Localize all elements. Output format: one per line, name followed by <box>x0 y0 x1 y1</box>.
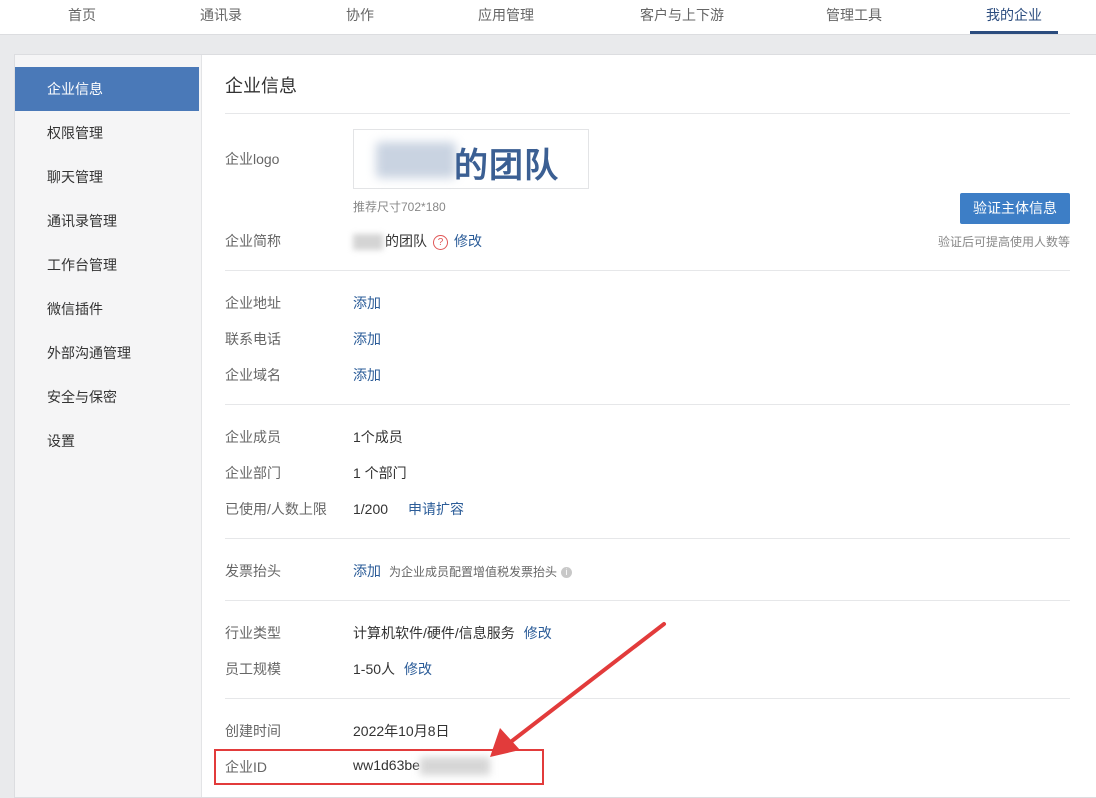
blurred-text <box>353 234 383 251</box>
add-invoice-link[interactable]: 添加 <box>353 563 381 579</box>
departments-value: 1 个部门 <box>353 465 407 481</box>
industry-value: 计算机软件/硬件/信息服务 <box>353 625 515 641</box>
sidebar-item-wechat-plugin[interactable]: 微信插件 <box>15 287 199 331</box>
size-row: 1-50人 修改 <box>353 659 432 679</box>
invoice-description: 为企业成员配置增值税发票抬头 <box>389 565 558 579</box>
sidebar-item-contacts[interactable]: 通讯录管理 <box>15 199 199 243</box>
top-navigation: 首页 通讯录 协作 应用管理 客户与上下游 管理工具 我的企业 <box>0 0 1096 35</box>
verify-entity-button[interactable]: 验证主体信息 <box>960 193 1070 224</box>
invoice-label: 发票抬头 <box>225 563 281 579</box>
verify-note: 验证后可提高使用人数等 <box>937 235 1070 249</box>
size-label: 员工规模 <box>225 661 281 677</box>
sidebar-item-chat[interactable]: 聊天管理 <box>15 155 199 199</box>
created-value: 2022年10月8日 <box>353 723 450 739</box>
tab-contacts[interactable]: 通讯录 <box>190 0 252 34</box>
enterprise-info-content: 企业信息 企业logo 的团队 推荐尺寸702*180 验证主体信息 验证后可提… <box>225 55 1070 797</box>
add-domain-link[interactable]: 添加 <box>353 365 381 385</box>
invoice-row: 添加 为企业成员配置增值税发票抬头 i <box>353 561 573 581</box>
created-label: 创建时间 <box>225 723 281 739</box>
usage-value: 1/200 <box>353 501 389 517</box>
sidebar-item-workbench[interactable]: 工作台管理 <box>15 243 199 287</box>
add-address-link[interactable]: 添加 <box>353 293 381 313</box>
divider <box>225 404 1070 405</box>
tab-customers[interactable]: 客户与上下游 <box>632 0 732 34</box>
short-name-value: 的团队? 修改 <box>353 231 482 251</box>
sidebar-item-enterprise-info[interactable]: 企业信息 <box>15 67 199 111</box>
edit-size-link[interactable]: 修改 <box>404 661 432 677</box>
industry-row: 计算机软件/硬件/信息服务 修改 <box>353 623 552 643</box>
industry-label: 行业类型 <box>225 625 281 641</box>
page-title: 企业信息 <box>225 76 297 96</box>
short-name-text: 的团队 <box>385 233 427 249</box>
short-name-label: 企业简称 <box>225 233 281 249</box>
tab-app-management[interactable]: 应用管理 <box>468 0 544 34</box>
divider <box>225 600 1070 601</box>
members-label: 企业成员 <box>225 429 281 445</box>
sidebar: 企业信息 权限管理 聊天管理 通讯录管理 工作台管理 微信插件 外部沟通管理 安… <box>15 55 202 797</box>
edit-short-name-link[interactable]: 修改 <box>454 233 482 249</box>
members-value: 1个成员 <box>353 429 403 445</box>
divider <box>225 113 1070 114</box>
logo-text: 的团队 <box>454 146 559 186</box>
sidebar-item-security[interactable]: 安全与保密 <box>15 375 199 419</box>
tab-home[interactable]: 首页 <box>52 0 112 34</box>
edit-industry-link[interactable]: 修改 <box>524 625 552 641</box>
departments-label: 企业部门 <box>225 465 281 481</box>
logo-blurred-part <box>376 142 456 178</box>
usage-label: 已使用/人数上限 <box>225 501 327 517</box>
address-label: 企业地址 <box>225 295 281 311</box>
sidebar-item-permissions[interactable]: 权限管理 <box>15 111 199 155</box>
usage-row: 1/200 申请扩容 <box>353 499 464 519</box>
tab-collaboration[interactable]: 协作 <box>330 0 390 34</box>
apply-expansion-link[interactable]: 申请扩容 <box>408 501 464 517</box>
divider <box>225 538 1070 539</box>
info-icon[interactable]: i <box>561 566 573 578</box>
sidebar-item-external[interactable]: 外部沟通管理 <box>15 331 199 375</box>
tab-my-enterprise[interactable]: 我的企业 <box>970 0 1058 34</box>
size-value: 1-50人 <box>353 661 396 677</box>
sidebar-item-settings[interactable]: 设置 <box>15 419 199 463</box>
phone-label: 联系电话 <box>225 331 281 347</box>
divider <box>225 270 1070 271</box>
help-icon[interactable]: ? <box>433 234 448 250</box>
logo-size-hint: 推荐尺寸702*180 <box>353 200 446 214</box>
enterprise-logo[interactable]: 的团队 <box>353 129 589 189</box>
tab-management-tools[interactable]: 管理工具 <box>816 0 892 34</box>
annotation-highlight-box <box>214 749 544 785</box>
logo-label: 企业logo <box>225 151 280 167</box>
add-phone-link[interactable]: 添加 <box>353 329 381 349</box>
main-panel: 企业信息 权限管理 聊天管理 通讯录管理 工作台管理 微信插件 外部沟通管理 安… <box>14 54 1096 798</box>
domain-label: 企业域名 <box>225 367 281 383</box>
divider <box>225 698 1070 699</box>
